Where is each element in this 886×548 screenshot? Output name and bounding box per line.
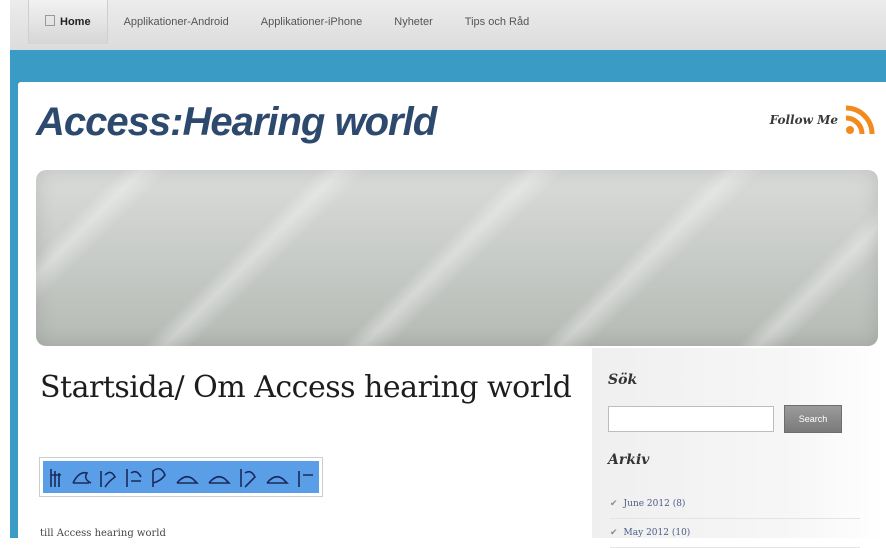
archive-item-june-2012[interactable]: ✔ June 2012 (8) (610, 490, 860, 519)
nav-item-label: Tips och Råd (464, 16, 530, 28)
search-button[interactable]: Search (784, 405, 842, 433)
nav-item-tips-och-rad[interactable]: Tips och Råd (449, 0, 545, 44)
nav-item-nyheter[interactable]: Nyheter (378, 0, 449, 44)
intro-text: till Access hearing world (40, 528, 166, 539)
home-icon (45, 15, 55, 26)
nav-item-label: Applikationer-iPhone (260, 16, 363, 28)
sign-language-glyphs (50, 467, 313, 488)
follow-me-label: Follow Me (769, 113, 838, 127)
header-banner-image (36, 170, 878, 346)
nav-item-label: Home (60, 16, 91, 28)
search-input[interactable] (608, 406, 774, 432)
page-title: Startsida/ Om Access hearing world (40, 370, 572, 405)
archive-list: ✔ June 2012 (8) ✔ May 2012 (10) (610, 490, 860, 548)
sidebar: Sök Search Arkiv ✔ June 2012 (8) ✔ May 2… (592, 348, 886, 548)
nav-item-applikationer-iphone[interactable]: Applikationer-iPhone (245, 0, 379, 44)
nav-item-applikationer-android[interactable]: Applikationer-Android (108, 0, 245, 44)
rss-icon (845, 105, 875, 135)
search-widget-title: Sök (608, 372, 638, 388)
nav-item-label: Applikationer-Android (123, 16, 229, 28)
checkmark-icon: ✔ (610, 499, 618, 509)
nav-item-label: Nyheter (394, 16, 433, 28)
page-content: Access:Hearing world Follow Me Startsida… (18, 82, 886, 548)
site-title[interactable]: Access:Hearing world (36, 100, 437, 145)
sign-language-image (39, 457, 323, 497)
archive-item-may-2012[interactable]: ✔ May 2012 (10) (610, 519, 860, 548)
archive-widget-title: Arkiv (608, 452, 650, 468)
nav-menu: Home Applikationer-Android Applikationer… (10, 0, 886, 44)
archive-item-label: June 2012 (8) (623, 499, 686, 509)
follow-me-link[interactable]: Follow Me (770, 104, 876, 136)
top-navigation: Home Applikationer-Android Applikationer… (10, 0, 886, 51)
nav-item-home[interactable]: Home (28, 0, 108, 44)
